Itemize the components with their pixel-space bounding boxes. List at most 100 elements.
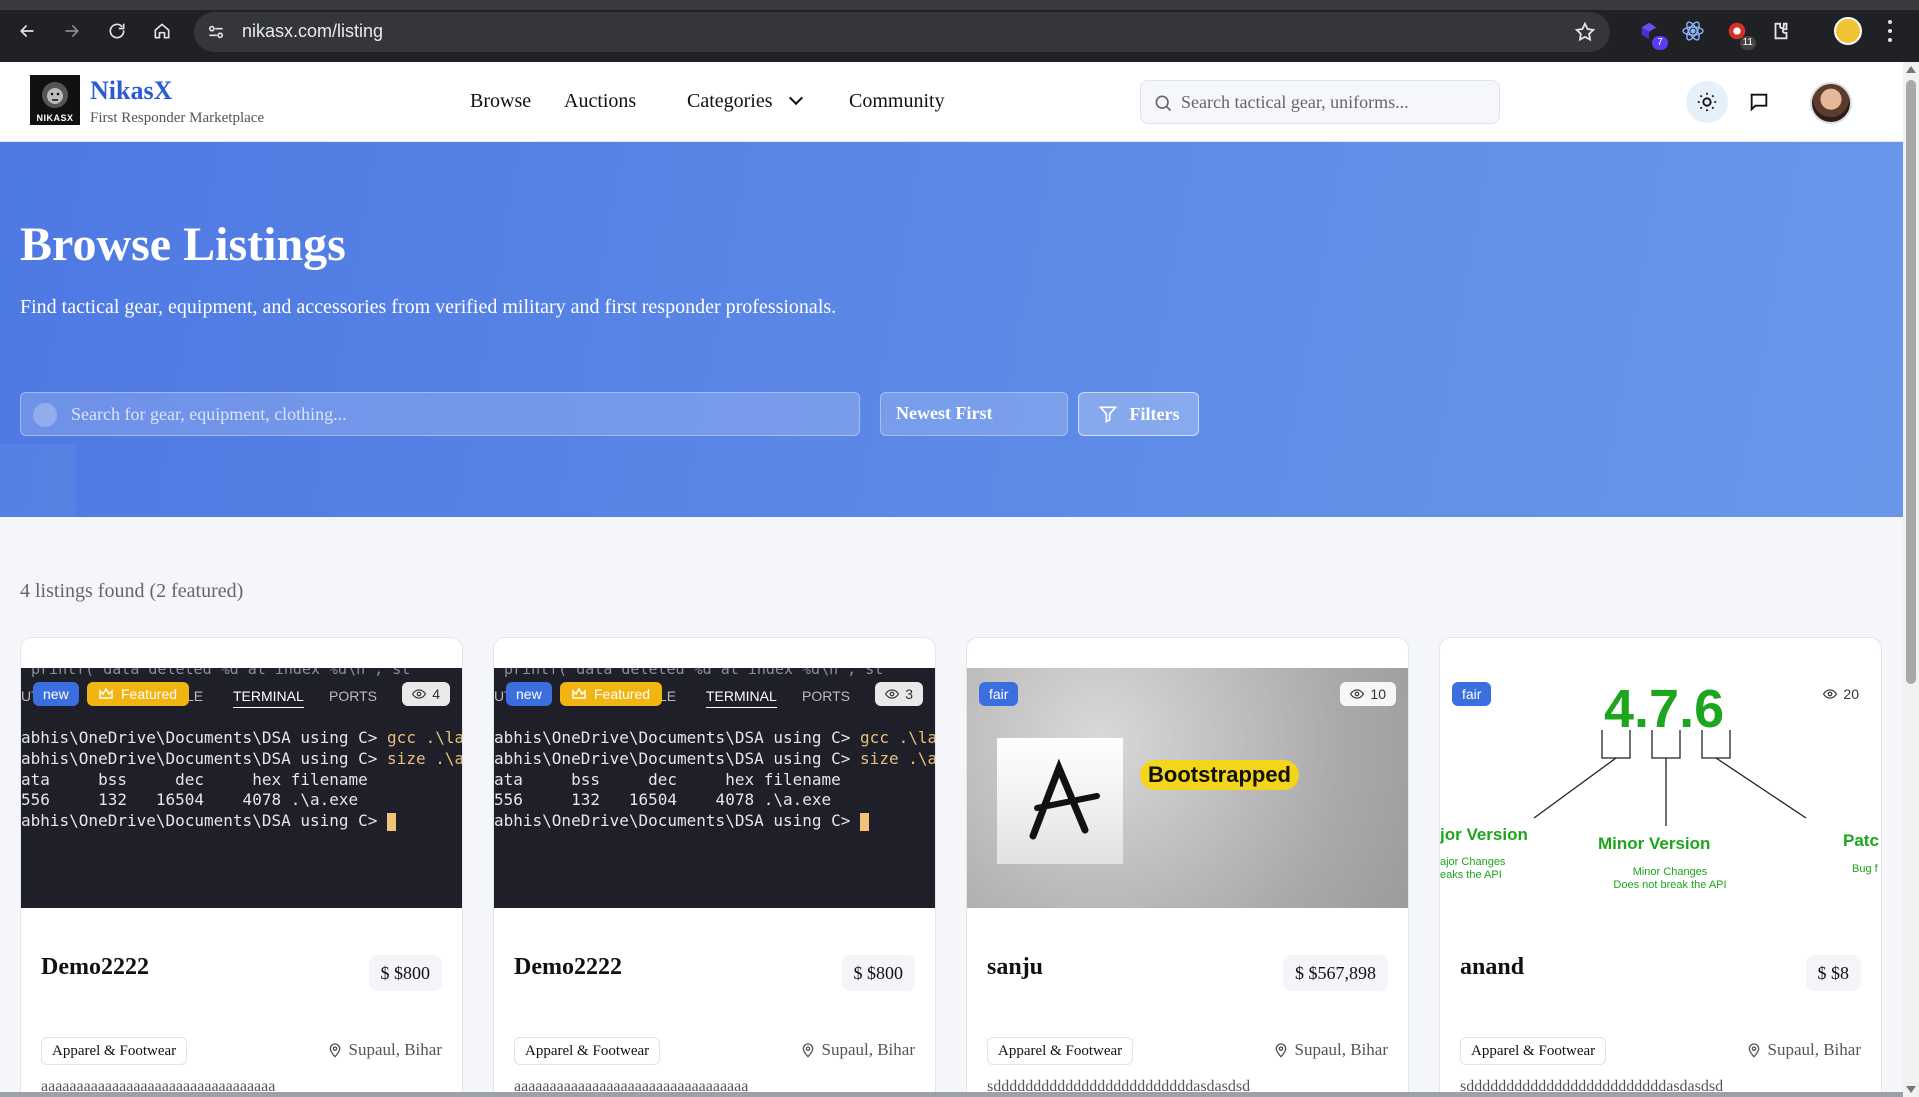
- scroll-up-icon[interactable]: [1906, 66, 1916, 73]
- condition-badge: new: [33, 682, 79, 706]
- terminal-text: size .\a.e: [860, 749, 935, 768]
- semver-sub: Minor Changes: [1632, 866, 1708, 878]
- listing-location: Supaul, Bihar: [1746, 1040, 1861, 1060]
- scrollbar-thumb[interactable]: [1906, 80, 1916, 684]
- user-avatar[interactable]: [1810, 82, 1852, 124]
- terminal-text: TERMINAL: [706, 688, 777, 708]
- purple-extension-icon[interactable]: 7: [1636, 18, 1668, 50]
- browser-toolbar: nikasx.com/listing 7 11: [0, 0, 1919, 62]
- category-tag[interactable]: Apparel & Footwear: [987, 1037, 1134, 1065]
- semver-label: Patc: [1843, 831, 1879, 850]
- category-tag[interactable]: Apparel & Footwear: [514, 1037, 661, 1065]
- back-icon[interactable]: [10, 14, 44, 48]
- brand-tagline: First Responder Marketplace: [90, 110, 265, 126]
- address-bar[interactable]: nikasx.com/listing: [194, 12, 1610, 52]
- react-devtools-icon[interactable]: [1680, 18, 1706, 44]
- nav-categories[interactable]: Categories: [687, 90, 803, 113]
- map-pin-icon: [802, 1043, 813, 1058]
- terminal-text: printf("data deleted %d at index %d\n", …: [31, 668, 411, 678]
- featured-badge: Featured: [560, 682, 663, 706]
- terminal-text: ata bss dec hex filename: [21, 770, 368, 789]
- nav-community[interactable]: Community: [849, 90, 945, 113]
- letter-a-logo-icon: [1029, 758, 1100, 840]
- forward-icon[interactable]: [55, 14, 89, 48]
- messages-button[interactable]: [1738, 81, 1780, 123]
- view-count-value: 10: [1370, 686, 1386, 702]
- eye-icon: [1350, 689, 1365, 699]
- category-tag[interactable]: Apparel & Footwear: [41, 1037, 188, 1065]
- terminal-text: printf("data deleted %d at index %d\n", …: [504, 668, 884, 678]
- eye-icon: [412, 689, 427, 699]
- condition-badge: fair: [979, 682, 1019, 706]
- brand-name[interactable]: NikasX: [90, 76, 172, 106]
- listing-title[interactable]: Demo2222: [41, 954, 149, 981]
- listing-location: Supaul, Bihar: [1273, 1040, 1388, 1060]
- semver-sub: Does not break the API: [1613, 879, 1727, 891]
- page-scrollbar[interactable]: [1903, 62, 1919, 1097]
- terminal-text: 556 132 16504 4078 .\a.exe: [21, 790, 359, 809]
- featured-label: Featured: [594, 686, 651, 702]
- terminal-text: size .\a.e: [387, 749, 462, 768]
- listing-search-input[interactable]: [71, 401, 831, 427]
- semver-label: jor Version: [1440, 825, 1528, 844]
- sun-icon: [1697, 92, 1717, 112]
- location-text: Supaul, Bihar: [348, 1040, 443, 1059]
- view-count: 10: [1340, 682, 1396, 706]
- theme-toggle-button[interactable]: [1686, 81, 1728, 123]
- nav-auctions[interactable]: Auctions: [564, 90, 636, 113]
- hero-banner: Browse Listings Find tactical gear, equi…: [0, 142, 1903, 517]
- filter-funnel-icon: [1098, 406, 1117, 423]
- profile-avatar[interactable]: [1834, 17, 1862, 45]
- scroll-down-icon[interactable]: [1906, 1086, 1916, 1093]
- red-extension-icon[interactable]: 11: [1724, 18, 1756, 50]
- logo-text: NIKASX: [36, 113, 74, 123]
- results-count: 4 listings found (2 featured): [20, 580, 244, 602]
- url-text[interactable]: nikasx.com/listing: [242, 21, 383, 42]
- site-info-icon[interactable]: [206, 22, 226, 42]
- listing-image: printf("data deleted %d at index %d\n", …: [494, 668, 935, 908]
- listing-image: printf("data deleted %d at index %d\n", …: [21, 668, 462, 908]
- terminal-text: abhis\OneDrive\Documents\DSA using C>: [494, 728, 861, 747]
- bottom-edge: [0, 1092, 1903, 1097]
- listing-card[interactable]: Bootstrapped fair 10 sanju $ $567,898 Ap…: [966, 637, 1409, 1097]
- puzzle-extensions-icon[interactable]: [1768, 18, 1794, 44]
- listing-title[interactable]: anand: [1460, 954, 1524, 981]
- sort-select[interactable]: Newest First: [880, 392, 1068, 436]
- listing-price: $ $800: [841, 955, 915, 991]
- page-title: Browse Listings: [20, 218, 346, 271]
- location-text: Supaul, Bihar: [821, 1040, 916, 1059]
- reload-icon[interactable]: [100, 14, 134, 48]
- bookmark-star-icon[interactable]: [1574, 21, 1596, 43]
- nav-browse[interactable]: Browse: [470, 90, 531, 113]
- terminal-text: PORTS: [802, 688, 850, 704]
- condition-badge: new: [506, 682, 552, 706]
- terminal-text: abhis\OneDrive\Documents\DSA using C>: [494, 749, 861, 768]
- listing-price: $ $800: [368, 955, 442, 991]
- terminal-text: gcc .\lab1: [387, 728, 462, 747]
- nav-categories-label: Categories: [687, 90, 773, 112]
- eye-icon: [885, 689, 900, 699]
- header-search-input[interactable]: [1181, 89, 1491, 115]
- map-pin-icon: [1275, 1043, 1286, 1058]
- site-logo[interactable]: NIKASX: [30, 75, 80, 125]
- home-icon[interactable]: [145, 14, 179, 48]
- chat-bubble-icon: [1750, 93, 1768, 112]
- listing-search: [20, 392, 860, 436]
- terminal-text: ata bss dec hex filename: [494, 770, 841, 789]
- condition-badge: fair: [1452, 682, 1492, 706]
- hero-description: Find tactical gear, equipment, and acces…: [20, 296, 837, 318]
- listing-card[interactable]: printf("data deleted %d at index %d\n", …: [493, 637, 936, 1097]
- category-tag[interactable]: Apparel & Footwear: [1460, 1037, 1607, 1065]
- hero-decoration: [0, 444, 76, 517]
- lion-logo-icon: [42, 82, 68, 108]
- kebab-menu-icon[interactable]: [1882, 18, 1898, 44]
- listing-card[interactable]: 4.7.6 jor Version ajor Changes eaks the …: [1439, 637, 1882, 1097]
- extension-badge: 7: [1652, 36, 1668, 50]
- filters-label: Filters: [1129, 403, 1180, 424]
- listing-price: $ $8: [1805, 955, 1861, 991]
- listing-card[interactable]: printf("data deleted %d at index %d\n", …: [20, 637, 463, 1097]
- listing-title[interactable]: Demo2222: [514, 954, 622, 981]
- filters-button[interactable]: Filters: [1078, 392, 1199, 436]
- listing-title[interactable]: sanju: [987, 954, 1043, 981]
- terminal-text: TERMINAL: [233, 688, 304, 708]
